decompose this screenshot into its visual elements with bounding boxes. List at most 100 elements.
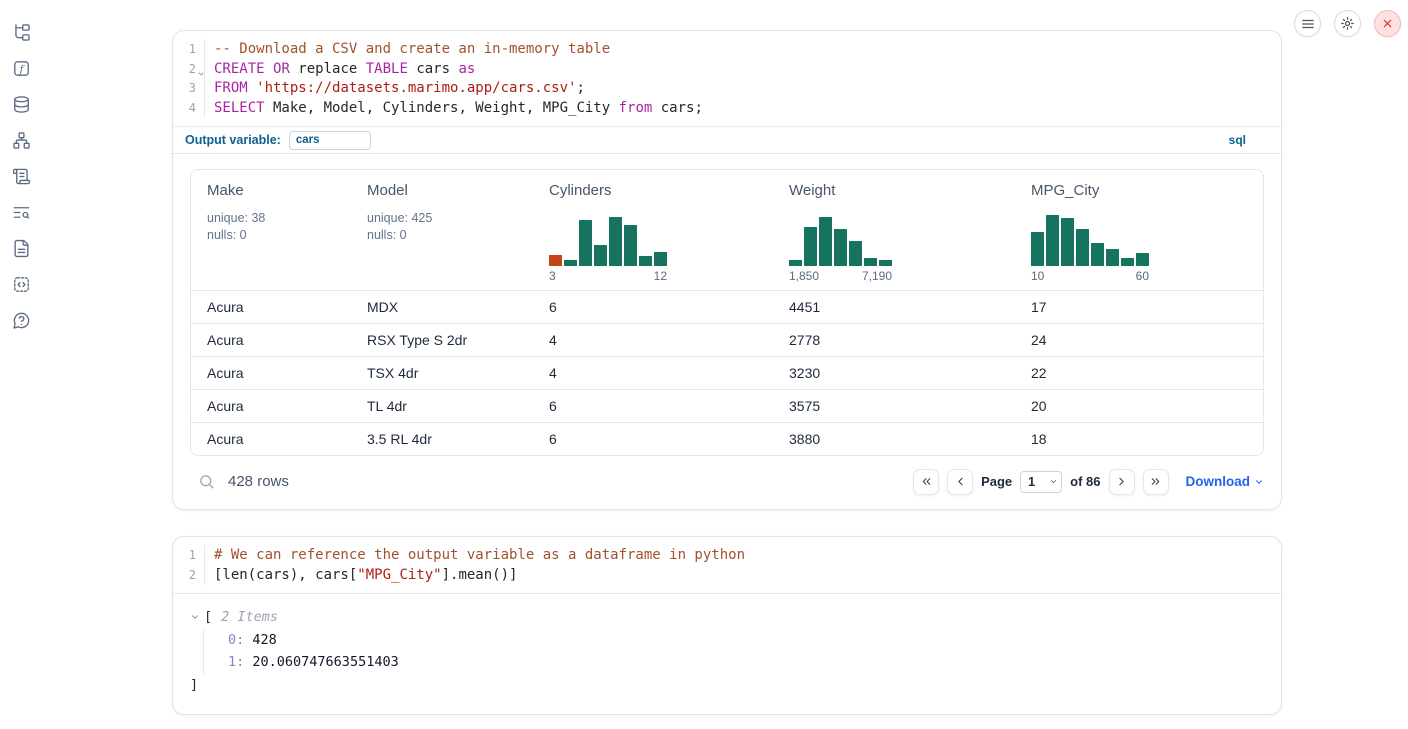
page-label: Page (981, 474, 1012, 489)
prev-page-button[interactable] (947, 469, 973, 495)
tree-collapse-toggle[interactable] (190, 612, 203, 622)
next-page-button[interactable] (1109, 469, 1135, 495)
table-cell: 6 (533, 299, 773, 315)
table-cell: 4 (533, 365, 773, 381)
sql-editor[interactable]: 1 -- Download a CSV and create an in-mem… (173, 31, 1281, 126)
code-snippet-icon (12, 275, 31, 294)
sidebar-item-logs[interactable] (10, 203, 32, 222)
document-icon (12, 239, 31, 258)
first-page-button[interactable] (913, 469, 939, 495)
line-number: 4 (173, 99, 204, 119)
hamburger-icon (1301, 17, 1315, 31)
sidebar-item-snippets[interactable] (10, 275, 32, 294)
column-header-model[interactable]: Model unique: 425 nulls: 0 (351, 170, 533, 290)
table-cell: Acura (191, 365, 351, 381)
table-cell: Acura (191, 332, 351, 348)
sidebar-item-scratchpad[interactable] (10, 167, 32, 186)
tree-entry-key: 1: (228, 654, 244, 670)
chevron-down-icon (1254, 477, 1264, 487)
function-icon: f (12, 59, 31, 78)
table-cell: 18 (1015, 431, 1263, 447)
download-button[interactable]: Download (1186, 474, 1265, 489)
hist-min-label: 10 (1031, 269, 1044, 283)
code-line: 1 -- Download a CSV and create an in-mem… (173, 40, 1281, 60)
table-header-row: Make unique: 38 nulls: 0 Model unique: 4… (191, 170, 1263, 290)
code-text: SELECT Make, Model, Cylinders, Weight, M… (204, 99, 703, 119)
gear-icon (1340, 16, 1355, 31)
table-cell: 3230 (773, 365, 1015, 381)
hist-min-label: 3 (549, 269, 556, 283)
python-editor[interactable]: 1 # We can reference the output variable… (173, 537, 1281, 594)
code-line: 4 SELECT Make, Model, Cylinders, Weight,… (173, 99, 1281, 119)
menu-button[interactable] (1294, 10, 1321, 37)
tree-items-count: 2 Items (221, 606, 278, 629)
sql-cell: 1 -- Download a CSV and create an in-mem… (172, 30, 1282, 510)
table-search-button[interactable] (198, 473, 215, 490)
table-row: Acura 3.5 RL 4dr 6 3880 18 (191, 422, 1263, 455)
chevron-down-icon (190, 612, 200, 622)
database-icon (12, 95, 31, 114)
help-bubble-icon (12, 311, 31, 330)
scroll-icon (12, 167, 31, 186)
sidebar-item-help[interactable] (10, 311, 32, 330)
settings-button[interactable] (1334, 10, 1361, 37)
text-search-icon (12, 203, 31, 222)
sidebar-item-file-explorer[interactable] (10, 23, 32, 42)
page-total-label: of 86 (1070, 474, 1100, 489)
line-number: 2 (173, 566, 204, 586)
table-cell: TL 4dr (351, 398, 533, 414)
python-cell: 1 # We can reference the output variable… (172, 536, 1282, 715)
table-cell: Acura (191, 398, 351, 414)
table-cell: 17 (1015, 299, 1263, 315)
table-cell: 4451 (773, 299, 1015, 315)
table-cell: 3880 (773, 431, 1015, 447)
pagination: Page 1 of 86 (913, 469, 1264, 495)
language-badge: sql (1229, 133, 1246, 147)
column-header-weight[interactable]: Weight 1,850 7,190 (773, 170, 1015, 290)
tree-entry-value: 428 (252, 632, 276, 648)
table-cell: 3.5 RL 4dr (351, 431, 533, 447)
sidebar: f (0, 0, 42, 729)
table-cell: 24 (1015, 332, 1263, 348)
tree-entry: 1: 20.060747663551403 (228, 651, 1264, 674)
dependency-graph-icon (12, 131, 31, 150)
table-cell: 3575 (773, 398, 1015, 414)
output-variable-input[interactable] (289, 131, 371, 150)
code-line: 1 # We can reference the output variable… (173, 546, 1281, 566)
table-cell: 6 (533, 431, 773, 447)
table-cell: RSX Type S 2dr (351, 332, 533, 348)
weight-histogram (789, 214, 892, 266)
tree-entry-value: 20.060747663551403 (252, 654, 398, 670)
output-variable-label: Output variable: (185, 133, 281, 147)
sidebar-item-datasources[interactable] (10, 95, 32, 114)
close-icon (1381, 17, 1394, 30)
hist-max-label: 12 (654, 269, 667, 283)
chevron-right-icon (1115, 475, 1128, 488)
chevrons-right-icon (1149, 475, 1162, 488)
sidebar-item-dependencies[interactable] (10, 131, 32, 150)
cylinders-histogram (549, 214, 667, 266)
svg-text:f: f (18, 63, 25, 75)
column-stat-nulls: nulls: 0 (207, 227, 335, 244)
shutdown-button[interactable] (1374, 10, 1401, 37)
sidebar-item-functions[interactable]: f (10, 59, 32, 78)
last-page-button[interactable] (1143, 469, 1169, 495)
sidebar-item-documentation[interactable] (10, 239, 32, 258)
table-row: Acura MDX 6 4451 17 (191, 290, 1263, 323)
tree-open-bracket: [ (204, 606, 212, 629)
column-stat-unique: unique: 38 (207, 210, 335, 227)
column-header-cylinders[interactable]: Cylinders 3 12 (533, 170, 773, 290)
table-footer: 428 rows Page 1 (190, 468, 1264, 495)
tree-entry-key: 0: (228, 632, 244, 648)
page-select[interactable]: 1 (1020, 471, 1062, 493)
code-text: [len(cars), cars["MPG_City"].mean()] (204, 566, 517, 586)
column-header-make[interactable]: Make unique: 38 nulls: 0 (191, 170, 351, 290)
chevrons-left-icon (920, 475, 933, 488)
table-cell: Acura (191, 431, 351, 447)
line-number: 1 (173, 546, 204, 566)
data-table: Make unique: 38 nulls: 0 Model unique: 4… (190, 169, 1264, 456)
column-header-mpg-city[interactable]: MPG_City 10 60 (1015, 170, 1263, 290)
hist-min-label: 1,850 (789, 269, 819, 283)
chevron-left-icon (954, 475, 967, 488)
code-text: FROM 'https://datasets.marimo.app/cars.c… (204, 79, 585, 99)
